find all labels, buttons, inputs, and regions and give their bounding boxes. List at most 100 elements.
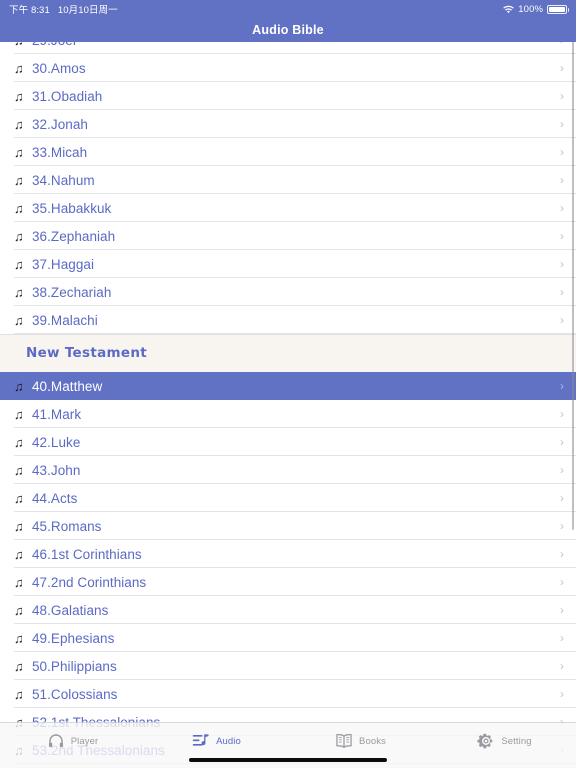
tab-audio[interactable]: Audio [144, 723, 288, 753]
tab-setting[interactable]: Setting [432, 723, 576, 753]
status-time: 下午 8:31 [9, 5, 50, 16]
headphones-icon [46, 731, 66, 751]
list-section-header-label: New Testament [26, 345, 147, 361]
gear-icon [476, 731, 496, 751]
page-title: Audio Bible [252, 23, 324, 37]
list-item-label: 48.Galatians [32, 602, 109, 618]
list-item-label: 35.Habakkuk [32, 200, 112, 216]
music-note-icon: ♫ [14, 658, 24, 674]
music-note-icon: ♫ [14, 60, 24, 76]
music-note-icon: ♫ [14, 200, 24, 216]
music-note-icon: ♫ [14, 406, 24, 422]
list-item-label: 38.Zechariah [32, 284, 112, 300]
list-item[interactable]: ♫ 43.John › [0, 456, 576, 484]
list-item-label: 46.1st Corinthians [32, 546, 142, 562]
chevron-right-icon: › [560, 463, 564, 477]
list-item[interactable]: ♫ 37.Haggai › [0, 250, 576, 278]
status-bar-right: 100% [503, 4, 569, 15]
chevron-right-icon: › [556, 42, 568, 46]
music-note-icon: ♫ [14, 462, 24, 478]
list-item[interactable]: ♫ 36.Zephaniah › [0, 222, 576, 250]
list-item[interactable]: ♫ 48.Galatians › [0, 596, 576, 624]
tab-label: Audio [216, 735, 241, 747]
music-note-icon: ♫ [14, 434, 24, 450]
list-item-label: 45.Romans [32, 518, 102, 534]
chevron-right-icon: › [560, 379, 564, 393]
status-date: 10月10日周一 [57, 5, 118, 16]
music-note-icon: ♫ [14, 116, 24, 132]
list-item[interactable]: ♫ 30.Amos › [0, 54, 576, 82]
chevron-right-icon: › [560, 61, 564, 75]
list-section-header: New Testament [0, 334, 576, 372]
list-item[interactable]: ♫ 50.Philippians › [0, 652, 576, 680]
list-item[interactable]: ♫ 46.1st Corinthians › [0, 540, 576, 568]
list-item-label: 29.Joel [32, 42, 556, 48]
book-list[interactable]: ♫29.Joel›♫30.Amos›♫31.Obadiah›♫32.Jonah›… [0, 42, 576, 768]
app-root: 下午 8:31 10月10日周一 100% Audio Bible ♫29.Jo… [0, 0, 576, 768]
list-item-label: 49.Ephesians [32, 630, 115, 646]
tab-label: Setting [501, 735, 532, 747]
list-item[interactable]: ♫ 34.Nahum › [0, 166, 576, 194]
list-item[interactable]: ♫ 35.Habakkuk › [0, 194, 576, 222]
tab-books[interactable]: Books [288, 723, 432, 753]
music-note-icon: ♫ [14, 144, 24, 160]
tab-label: Player [70, 735, 99, 747]
chevron-right-icon: › [560, 229, 564, 243]
list-item-label: 33.Micah [32, 144, 88, 160]
tab-player[interactable]: Player [0, 723, 144, 753]
music-note-icon: ♫ [14, 602, 24, 618]
list-item[interactable]: ♫ 38.Zechariah › [0, 278, 576, 306]
music-note-icon: ♫ [14, 256, 24, 272]
list-item-label: 39.Malachi [32, 312, 98, 328]
chevron-right-icon: › [560, 547, 564, 561]
list-item[interactable]: ♫ 40.Matthew › [0, 372, 576, 400]
list-item[interactable]: ♫ 33.Micah › [0, 138, 576, 166]
book-list-inner: ♫29.Joel›♫30.Amos›♫31.Obadiah›♫32.Jonah›… [0, 42, 576, 764]
list-item-label: 30.Amos [32, 60, 86, 76]
chevron-right-icon: › [560, 117, 564, 131]
music-note-icon: ♫ [14, 42, 32, 47]
list-item-label: 43.John [32, 462, 81, 478]
navigation-bar: Audio Bible [0, 18, 576, 42]
chevron-right-icon: › [560, 575, 564, 589]
music-note-icon: ♫ [14, 378, 24, 394]
chevron-right-icon: › [560, 631, 564, 645]
list-item[interactable]: ♫ 31.Obadiah › [0, 82, 576, 110]
home-indicator [189, 758, 387, 762]
list-item-label: 31.Obadiah [32, 88, 103, 104]
list-item[interactable]: ♫ 44.Acts › [0, 484, 576, 512]
list-item[interactable]: ♫ 39.Malachi › [0, 306, 576, 334]
list-item[interactable]: ♫ 45.Romans › [0, 512, 576, 540]
list-item[interactable]: ♫ 42.Luke › [0, 428, 576, 456]
audio-list-icon [191, 731, 211, 751]
list-item[interactable]: ♫ 51.Colossians › [0, 680, 576, 708]
list-item-label: 37.Haggai [32, 256, 94, 272]
battery-icon [547, 4, 569, 14]
list-item[interactable]: ♫ 41.Mark › [0, 400, 576, 428]
music-note-icon: ♫ [14, 490, 24, 506]
list-item[interactable]: ♫ 47.2nd Corinthians › [0, 568, 576, 596]
music-note-icon: ♫ [14, 312, 24, 328]
list-item[interactable]: ♫29.Joel› [0, 42, 576, 54]
list-item-label: 36.Zephaniah [32, 228, 116, 244]
list-item-label: 51.Colossians [32, 686, 118, 702]
chevron-right-icon: › [560, 89, 564, 103]
list-item-label: 47.2nd Corinthians [32, 574, 147, 590]
list-item-label: 42.Luke [32, 434, 81, 450]
music-note-icon: ♫ [14, 228, 24, 244]
chevron-right-icon: › [560, 687, 564, 701]
list-item-label: 32.Jonah [32, 116, 88, 132]
list-item[interactable]: ♫ 32.Jonah › [0, 110, 576, 138]
chevron-right-icon: › [560, 407, 564, 421]
chevron-right-icon: › [560, 313, 564, 327]
music-note-icon: ♫ [14, 546, 24, 562]
chevron-right-icon: › [560, 173, 564, 187]
music-note-icon: ♫ [14, 630, 24, 646]
music-note-icon: ♫ [14, 284, 24, 300]
scrollbar[interactable] [571, 40, 574, 530]
status-bar: 下午 8:31 10月10日周一 100% [0, 0, 576, 18]
list-item[interactable]: ♫ 49.Ephesians › [0, 624, 576, 652]
music-note-icon: ♫ [14, 172, 24, 188]
list-item-label: 40.Matthew [32, 378, 103, 394]
open-book-icon [334, 731, 354, 751]
